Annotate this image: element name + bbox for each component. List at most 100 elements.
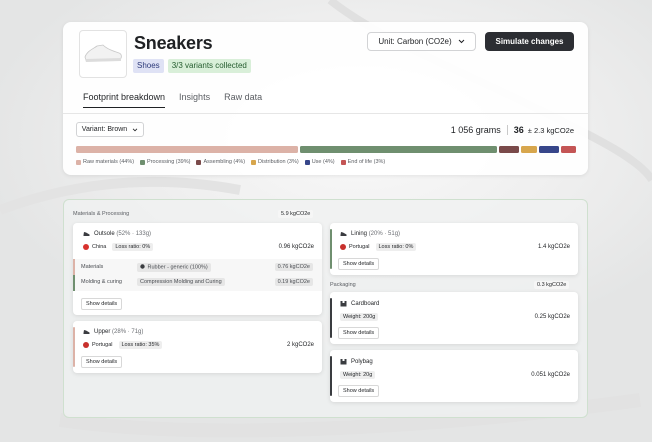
- outsole-show-details-button[interactable]: Show details: [81, 298, 123, 310]
- upper-value: 2 kgCO2e: [286, 342, 314, 348]
- upper-detail: (28% · 71g): [112, 328, 144, 335]
- polybag-accent: [330, 356, 332, 396]
- legend-item: Raw materials (44%): [76, 159, 134, 165]
- polybag-show-details-button[interactable]: Show details: [338, 385, 380, 397]
- stage-bar-segment: [521, 146, 537, 153]
- total-grams: 1 056 grams: [450, 125, 501, 135]
- component-card-lining: Lining (20% · 51g) Portugal Loss ratio: …: [330, 223, 578, 275]
- polybag-meta-row: Weight: 20g 0.051 kgCO2e: [340, 371, 570, 379]
- totals-divider: [506, 125, 508, 135]
- outsole-materials-value: 0.76 kgCO2e: [274, 263, 313, 272]
- lining-accent: [330, 229, 332, 269]
- legend-item: Use (4%): [304, 159, 335, 165]
- product-thumbnail: [79, 30, 127, 78]
- lining-country: Portugal: [349, 244, 370, 250]
- material-icon: [140, 264, 145, 269]
- tab-divider: [63, 113, 588, 114]
- page-title: Sneakers: [134, 33, 213, 53]
- legend-swatch: [76, 159, 81, 165]
- variant-dropdown-label: Variant: Brown: [81, 126, 128, 133]
- product-chips: Shoes 3/3 variants collected: [133, 59, 251, 73]
- materials-processing-label: Materials & Processing: [73, 211, 130, 217]
- cardboard-title: Cardboard: [351, 300, 380, 307]
- shoe-icon: [340, 230, 347, 237]
- legend-label: Use (4%): [311, 159, 335, 165]
- variant-dropdown[interactable]: Variant: Brown: [76, 122, 144, 137]
- cardboard-accent: [330, 298, 332, 338]
- upper-accent: [73, 327, 75, 367]
- stage-bar-segment: [499, 146, 520, 153]
- outsole-value: 0.96 kgCO2e: [278, 244, 314, 250]
- sneaker-image: [84, 44, 122, 62]
- lining-meta-row: Portugal Loss ratio: 0% 1.4 kgCO2e: [340, 243, 570, 251]
- outsole-loss-ratio: Loss ratio: 0%: [112, 243, 154, 251]
- tab-footprint-breakdown[interactable]: Footprint breakdown: [83, 92, 166, 108]
- legend-item: Processing (39%): [140, 159, 190, 165]
- unit-dropdown[interactable]: Unit: Carbon (CO2e): [367, 32, 476, 51]
- outsole-materials-tag: Rubber - generic (100%): [137, 263, 211, 272]
- packaging-label: Packaging: [330, 282, 356, 288]
- legend-swatch: [196, 159, 202, 165]
- outsole-materials-label: Materials: [81, 264, 104, 271]
- outsole-title: Outsole: [94, 230, 115, 237]
- shoe-icon: [83, 230, 90, 237]
- footprint-totals: 1 056 grams 36 ± 2.3 kgCO2e: [451, 125, 574, 135]
- legend-label: Distribution (3%): [258, 159, 299, 165]
- outsole-title-row: Outsole (52% · 133g): [83, 230, 314, 237]
- materials-processing-value: 5.9 kgCO2e: [278, 210, 314, 218]
- box-icon: [340, 300, 347, 307]
- upper-country: Portugal: [92, 342, 113, 348]
- polybag-title: Polybag: [351, 358, 373, 365]
- outsole-meta-row: China Loss ratio: 0% 0.96 kgCO2e: [83, 243, 314, 251]
- tab-raw-data[interactable]: Raw data: [224, 92, 262, 108]
- legend-swatch: [251, 159, 257, 165]
- cardboard-weight: Weight: 200g: [340, 313, 379, 321]
- portugal-flag-icon: [83, 342, 89, 348]
- packaging-card-polybag: Polybag Weight: 20g 0.051 kgCO2e Show de…: [330, 350, 578, 402]
- polybag-weight: Weight: 20g: [340, 371, 376, 379]
- outsole-detail: (52% · 133g): [116, 230, 152, 237]
- stage-breakdown-bar: [76, 146, 576, 153]
- cardboard-meta-row: Weight: 200g 0.25 kgCO2e: [340, 313, 570, 321]
- outsole-materials-tag-text: Rubber - generic (100%): [147, 264, 208, 271]
- outsole-molding-label: Molding & curing: [81, 279, 122, 285]
- lining-value: 1.4 kgCO2e: [537, 244, 570, 250]
- upper-show-details-button[interactable]: Show details: [81, 356, 123, 368]
- stage-bar-segment: [300, 146, 498, 153]
- unit-dropdown-label: Unit: Carbon (CO2e): [378, 37, 452, 46]
- legend-label: Assembling (4%): [203, 159, 246, 165]
- outsole-country: China: [92, 244, 107, 250]
- product-header-card: Sneakers Shoes 3/3 variants collected Un…: [63, 22, 588, 175]
- cardboard-title-row: Cardboard: [340, 300, 570, 307]
- lining-loss-ratio: Loss ratio: 0%: [375, 243, 417, 251]
- cardboard-show-details-button[interactable]: Show details: [338, 327, 380, 339]
- processing-accent: [73, 275, 75, 291]
- polybag-title-row: Polybag: [340, 358, 570, 365]
- simulate-changes-button[interactable]: Simulate changes: [485, 32, 574, 51]
- legend-swatch: [140, 159, 146, 165]
- outsole-molding-value: 0.19 kgCO2e: [274, 278, 313, 286]
- cardboard-value: 0.25 kgCO2e: [534, 314, 570, 320]
- outsole-molding-row: Molding & curing Compression Molding and…: [81, 278, 316, 286]
- upper-loss-ratio: Loss ratio: 35%: [118, 341, 163, 349]
- legend-label: Processing (39%): [147, 159, 191, 165]
- chevron-down-icon: [132, 128, 138, 131]
- lining-title: Lining: [351, 230, 368, 237]
- upper-meta-row: Portugal Loss ratio: 35% 2 kgCO2e: [83, 341, 314, 349]
- tab-insights[interactable]: Insights: [179, 92, 210, 108]
- polybag-value: 0.051 kgCO2e: [531, 372, 570, 378]
- legend-swatch: [304, 159, 310, 165]
- component-card-upper: Upper (28% · 71g) Portugal Loss ratio: 3…: [73, 321, 322, 373]
- stage-legend: Raw materials (44%) Processing (39%) Assem…: [76, 159, 385, 165]
- legend-item: Distribution (3%): [251, 159, 299, 165]
- tab-bar: Footprint breakdown Insights Raw data: [83, 92, 276, 108]
- outsole-materials-row: Materials Rubber - generic (100%) 0.76 k…: [81, 263, 316, 272]
- lining-show-details-button[interactable]: Show details: [338, 258, 380, 270]
- category-badge: Shoes: [133, 59, 164, 73]
- total-co2: 36: [513, 125, 524, 135]
- legend-label: End of life (3%): [347, 159, 386, 165]
- packaging-value: 0.3 kgCO2e: [534, 281, 570, 289]
- variants-badge: 3/3 variants collected: [167, 59, 251, 73]
- stage-bar-segment: [560, 146, 576, 153]
- china-flag-icon: [83, 244, 89, 250]
